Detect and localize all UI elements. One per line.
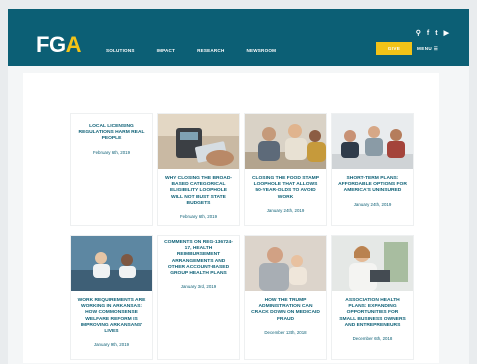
youtube-icon[interactable]: ▶	[444, 30, 449, 37]
article-date: January 24th, 2019	[353, 201, 392, 207]
article-date: December 6th, 2018	[352, 336, 393, 342]
article-date: January 3rd, 2019	[180, 284, 217, 290]
article-date: February 6th, 2019	[179, 214, 218, 220]
card-payment-photo	[158, 114, 239, 169]
article-card[interactable]: COMMENTS ON REG-136724-17, HEALTH REIMBU…	[157, 235, 240, 360]
workers-photo	[71, 236, 152, 291]
article-title[interactable]: HOW THE TRUMP ADMINISTRATION CAN CRACK D…	[245, 291, 326, 323]
business-owner-photo	[332, 236, 413, 291]
search-icon[interactable]: ⚲	[416, 30, 421, 37]
article-date: February 6th, 2019	[92, 149, 131, 155]
family-photo	[245, 236, 326, 291]
fga-logo[interactable]: FGA	[36, 32, 81, 58]
main-nav: SOLUTIONS IMPACT RESEARCH NEWSROOM	[106, 48, 298, 53]
article-card[interactable]: LOCAL LICENSING REGULATIONS HARM REAL PE…	[70, 113, 153, 226]
menu-button[interactable]: MENU ☰	[417, 42, 438, 55]
twitter-icon[interactable]: t	[435, 30, 437, 37]
article-title[interactable]: LOCAL LICENSING REGULATIONS HARM REAL PE…	[71, 114, 152, 143]
nav-solutions[interactable]: SOLUTIONS	[106, 48, 135, 53]
nav-research[interactable]: RESEARCH	[197, 48, 224, 53]
article-card[interactable]: WORK REQUIREMENTS ARE WORKING IN ARKANSA…	[70, 235, 153, 360]
article-date: December 13th, 2018	[264, 329, 307, 335]
article-title[interactable]: WORK REQUIREMENTS ARE WORKING IN ARKANSA…	[71, 291, 152, 335]
give-button[interactable]: GIVE	[376, 42, 412, 55]
article-title[interactable]: ASSOCIATION HEALTH PLANS: EXPANDING OPPO…	[332, 291, 413, 329]
facebook-icon[interactable]: f	[427, 30, 429, 37]
article-date: January 9th, 2019	[93, 342, 130, 348]
article-card[interactable]: HOW THE TRUMP ADMINISTRATION CAN CRACK D…	[244, 235, 327, 360]
site-header: FGA SOLUTIONS IMPACT RESEARCH NEWSROOM ⚲…	[8, 9, 469, 66]
header-icons: ⚲ f t ▶	[416, 30, 449, 37]
article-title[interactable]: COMMENTS ON REG-136724-17, HEALTH REIMBU…	[158, 236, 239, 277]
meeting-photo	[245, 114, 326, 169]
article-title[interactable]: CLOSING THE FOOD STAMP LOOPHOLE THAT ALL…	[245, 169, 326, 201]
article-card[interactable]: CLOSING THE FOOD STAMP LOOPHOLE THAT ALL…	[244, 113, 327, 226]
article-card[interactable]: SHORT-TERM PLANS: AFFORDABLE OPTIONS FOR…	[331, 113, 414, 226]
article-title[interactable]: WHY CLOSING THE BROAD-BASED CATEGORICAL …	[158, 169, 239, 207]
office-team-photo	[332, 114, 413, 169]
article-date: January 24th, 2019	[266, 207, 305, 213]
nav-impact[interactable]: IMPACT	[157, 48, 175, 53]
nav-newsroom[interactable]: NEWSROOM	[246, 48, 276, 53]
article-card[interactable]: ASSOCIATION HEALTH PLANS: EXPANDING OPPO…	[331, 235, 414, 360]
article-title[interactable]: SHORT-TERM PLANS: AFFORDABLE OPTIONS FOR…	[332, 169, 413, 195]
article-card[interactable]: WHY CLOSING THE BROAD-BASED CATEGORICAL …	[157, 113, 240, 226]
